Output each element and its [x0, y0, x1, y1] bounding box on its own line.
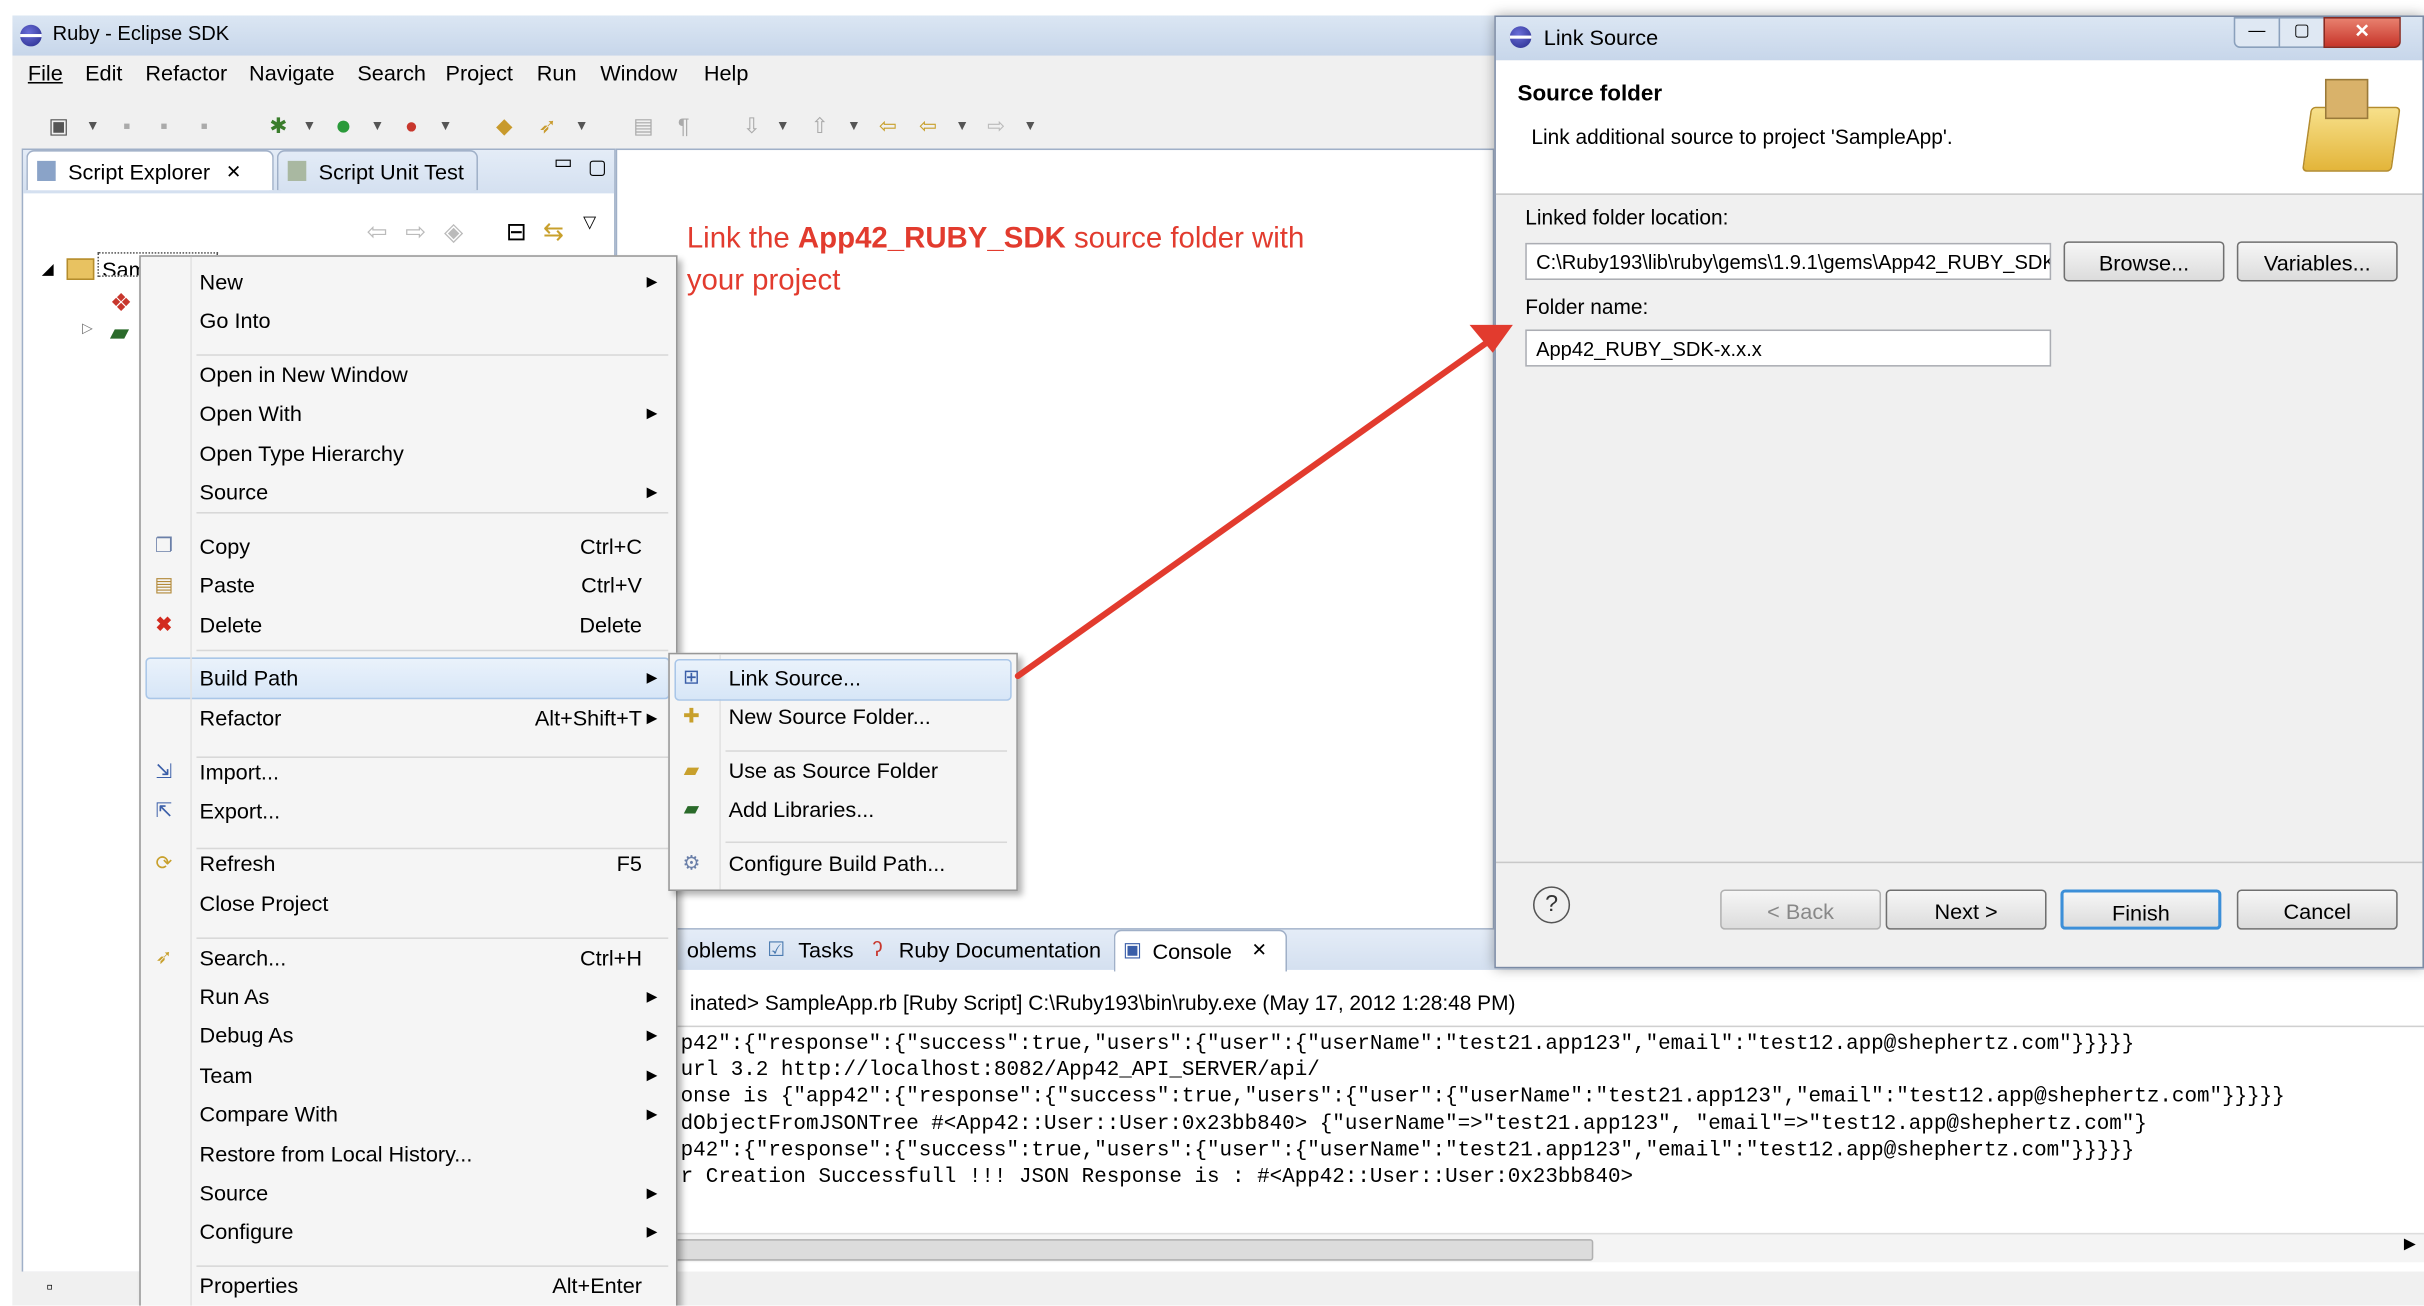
annotation-arrow-line: [1014, 334, 1498, 680]
annotation-arrow: [1014, 324, 1513, 680]
